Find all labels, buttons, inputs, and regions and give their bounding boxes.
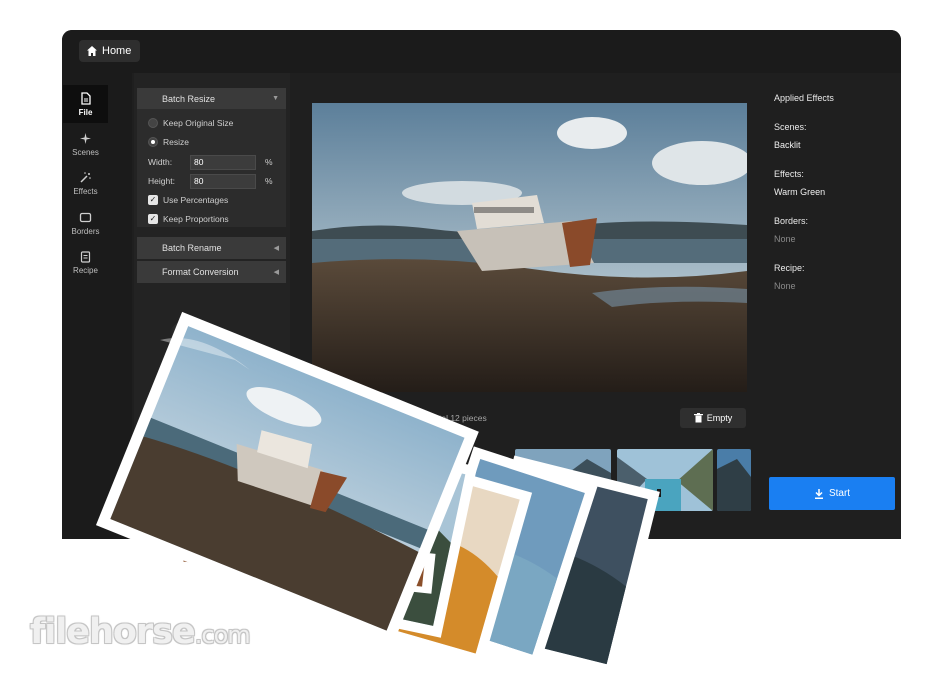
radio-button-selected[interactable] (148, 137, 158, 147)
batch-rename-label: Batch Rename (162, 243, 222, 253)
sidebar-item-scenes[interactable]: Scenes (63, 125, 108, 163)
batch-rename-header[interactable]: Batch Rename ◀ (137, 237, 286, 259)
height-percent: % (265, 176, 273, 186)
width-input[interactable]: 80 (190, 155, 256, 170)
checkbox-checked[interactable]: ✓ (148, 214, 158, 224)
height-label: Height: (148, 176, 175, 186)
chevron-left-icon: ◀ (273, 245, 279, 252)
borders-label: Borders: (774, 216, 809, 226)
home-icon (87, 46, 97, 56)
batch-resize-body: Keep Original Size Resize Width: 80 % He… (137, 109, 286, 227)
empty-button[interactable]: Empty (680, 408, 746, 428)
format-conversion-label: Format Conversion (162, 267, 239, 277)
borders-value: None (774, 234, 796, 244)
recipe-value: None (774, 281, 796, 291)
applied-effects-panel: Applied Effects Scenes: Backlit Effects:… (763, 73, 901, 539)
applied-effects-title: Applied Effects (774, 93, 834, 103)
filehorse-watermark: filehorse.com (30, 612, 251, 652)
images-label: Images (376, 413, 404, 423)
effects-value: Warm Green (774, 187, 826, 197)
keep-original-option[interactable]: Keep Original Size (148, 118, 233, 128)
width-label: Width: (148, 157, 173, 167)
thumbnail[interactable] (717, 449, 751, 511)
keep-proportions-option[interactable]: ✓ Keep Proportions (148, 214, 229, 224)
images-button[interactable]: Images (356, 408, 414, 428)
settings-panel: Batch Resize ▼ Keep Original Size Resize… (134, 73, 290, 539)
image-preview (312, 103, 747, 392)
effects-label: Effects: (774, 169, 804, 179)
scenes-value: Backlit (774, 140, 801, 150)
total-count: Total 12 pieces (430, 413, 487, 423)
thumbnail-toolbar: Images Total 12 pieces Empty (312, 406, 752, 430)
sidebar-item-label: File (78, 107, 93, 117)
empty-label: Empty (706, 413, 733, 423)
watermark-suffix: .com (194, 621, 251, 649)
home-label: Home (102, 45, 132, 57)
use-percentages-label: Use Percentages (163, 195, 229, 205)
clipboard-icon (80, 250, 91, 263)
recipe-label: Recipe: (774, 263, 805, 273)
chevron-down-icon: ▼ (272, 95, 279, 102)
sidebar-item-label: Borders (71, 226, 100, 236)
keep-proportions-label: Keep Proportions (163, 214, 229, 224)
sidebar-item-label: Scenes (72, 147, 99, 157)
sidebar-item-recipe[interactable]: Recipe (63, 243, 108, 281)
start-button[interactable]: Start (769, 477, 895, 510)
start-label: Start (828, 488, 851, 499)
thumbnail[interactable] (515, 449, 611, 511)
height-input[interactable]: 80 (190, 174, 256, 189)
resize-label: Resize (163, 137, 189, 147)
scenes-label: Scenes: (774, 122, 807, 132)
watermark-main: filehorse (30, 612, 196, 652)
sidebar: File Scenes Effects Borders Recipe (62, 73, 132, 539)
sidebar-item-effects[interactable]: Effects (63, 164, 108, 202)
sparkle-icon (80, 132, 91, 144)
format-conversion-header[interactable]: Format Conversion ◀ (137, 261, 286, 283)
top-bar: Home (62, 30, 901, 73)
app-window: Home File Scenes Effects Borders Recipe … (62, 30, 901, 539)
thumbnail[interactable] (617, 449, 713, 511)
sidebar-item-label: Recipe (73, 265, 98, 275)
use-percentages-option[interactable]: ✓ Use Percentages (148, 195, 228, 205)
download-icon (814, 488, 823, 499)
width-percent: % (265, 157, 273, 167)
sidebar-item-borders[interactable]: Borders (63, 204, 108, 242)
file-icon (81, 91, 91, 105)
checkbox-checked[interactable]: ✓ (148, 195, 158, 205)
radio-button[interactable] (148, 118, 158, 128)
resize-option[interactable]: Resize (148, 137, 189, 147)
home-button[interactable]: Home (79, 40, 141, 62)
chevron-left-icon: ◀ (273, 269, 279, 276)
magic-wand-icon (80, 171, 91, 183)
batch-resize-header[interactable]: Batch Resize ▼ (137, 88, 286, 110)
trash-icon (693, 413, 703, 423)
sidebar-item-label: Effects (73, 186, 98, 196)
keep-original-label: Keep Original Size (163, 118, 234, 128)
batch-resize-label: Batch Resize (162, 94, 216, 104)
sidebar-item-file[interactable]: File (63, 85, 108, 123)
frame-icon (79, 212, 92, 222)
